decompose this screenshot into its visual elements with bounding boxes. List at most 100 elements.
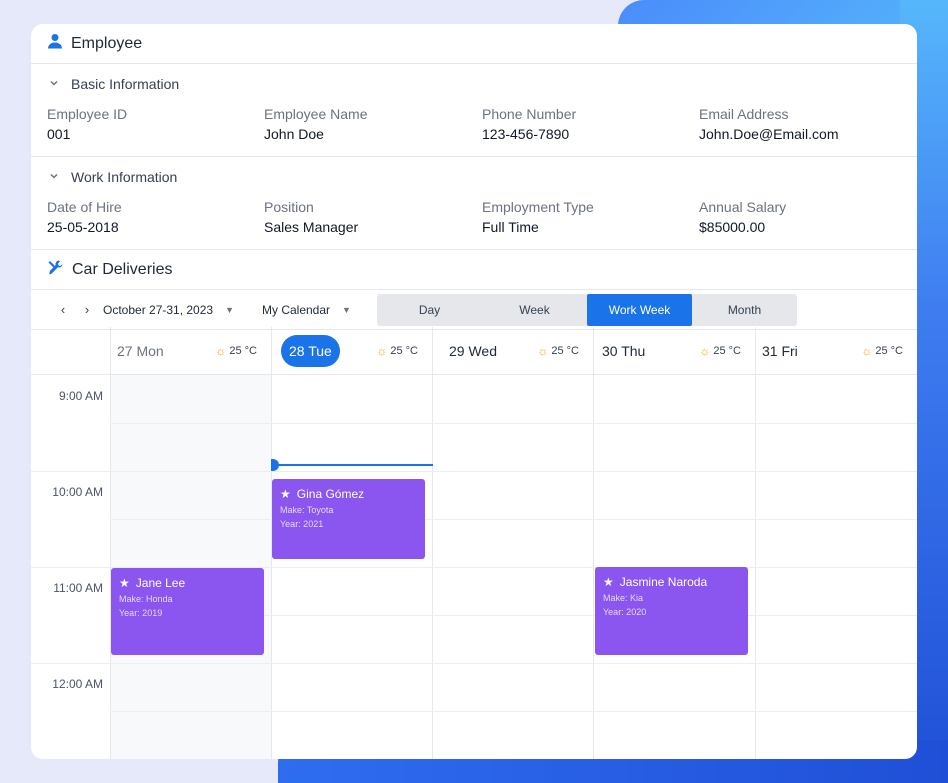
field-value: 25-05-2018 — [47, 219, 119, 235]
calendar-select-label: My Calendar — [262, 302, 331, 317]
event-make: Make: Toyota — [280, 505, 334, 515]
employee-name-field: Employee Name John Doe — [264, 104, 482, 156]
grid-line — [110, 711, 917, 712]
current-time-line — [272, 464, 433, 466]
time-label: 10:00 AM — [52, 485, 103, 499]
temp-value: 25 °C — [713, 345, 741, 357]
basic-information-section: Basic Information Employee ID 001 Employ… — [31, 64, 917, 157]
sun-icon: ☼ — [215, 344, 227, 358]
sun-icon: ☼ — [861, 344, 873, 358]
field-value: $85000.00 — [699, 219, 766, 235]
caret-down-icon: ▼ — [342, 304, 351, 315]
position-field: Position Sales Manager — [264, 197, 482, 249]
sun-icon: ☼ — [376, 344, 388, 358]
work-information-toggle[interactable]: Work Information — [31, 157, 917, 197]
day-header-wed[interactable]: 29 Wed ☼ 25 °C — [432, 327, 593, 375]
weather-temp: ☼ 25 °C — [699, 344, 741, 358]
view-switcher: Day Week Work Week Month — [377, 294, 797, 326]
weather-temp: ☼ 25 °C — [537, 344, 579, 358]
temp-value: 25 °C — [551, 345, 579, 357]
day-header-fri[interactable]: 31 Fri ☼ 25 °C — [755, 327, 917, 375]
event-title: Gina Gómez — [296, 487, 365, 501]
event-make: Make: Honda — [119, 594, 173, 604]
work-information-section: Work Information Date of Hire 25-05-2018… — [31, 157, 917, 250]
time-label: 11:00 AM — [53, 581, 103, 595]
annual-salary-field: Annual Salary $85000.00 — [699, 197, 917, 249]
event-year: Year: 2021 — [280, 519, 324, 529]
basic-information-fields: Employee ID 001 Employee Name John Doe P… — [31, 104, 917, 156]
grid-line — [110, 663, 917, 664]
star-icon: ★ — [603, 575, 614, 589]
day-label: 27 Mon — [117, 343, 164, 359]
grid-line — [31, 663, 110, 664]
day-label: 30 Thu — [602, 343, 646, 359]
grid-line — [110, 423, 917, 424]
weather-temp: ☼ 25 °C — [215, 344, 257, 358]
field-label: Annual Salary — [699, 199, 787, 215]
time-label: 12:00 AM — [52, 677, 103, 691]
field-value: 123-456-7890 — [482, 126, 570, 142]
date-range-label: October 27-31, 2023 — [103, 302, 214, 317]
grid-line — [110, 519, 917, 520]
event-title: Jane Lee — [135, 576, 186, 590]
car-deliveries-title: Car Deliveries — [72, 260, 173, 278]
caret-down-icon: ▼ — [225, 304, 234, 315]
email-address-field: Email Address John.Doe@Email.com — [699, 104, 917, 156]
day-label-today: 28 Tue — [281, 335, 340, 367]
field-label: Employee ID — [47, 106, 128, 122]
calendar-select-dropdown[interactable]: My Calendar ▼ — [262, 303, 351, 317]
weather-temp: ☼ 25 °C — [376, 344, 418, 358]
user-icon — [47, 33, 63, 54]
temp-value: 25 °C — [229, 345, 257, 357]
field-label: Phone Number — [482, 106, 577, 122]
grid-line — [110, 471, 917, 472]
view-week-button[interactable]: Week — [482, 294, 587, 326]
field-label: Position — [264, 199, 314, 215]
event-year: Year: 2020 — [603, 607, 647, 617]
event-year: Year: 2019 — [119, 608, 163, 618]
tools-icon — [47, 259, 64, 281]
sun-icon: ☼ — [537, 344, 549, 358]
employee-title: Employee — [71, 34, 143, 52]
next-arrow-icon[interactable]: › — [75, 302, 99, 317]
grid-line — [31, 567, 110, 568]
day-header-mon[interactable]: 27 Mon ☼ 25 °C — [110, 327, 271, 375]
basic-information-toggle[interactable]: Basic Information — [31, 64, 917, 104]
temp-value: 25 °C — [390, 345, 418, 357]
view-work-week-button[interactable]: Work Week — [587, 294, 692, 326]
employment-type-field: Employment Type Full Time — [482, 197, 699, 249]
event-jasmine-naroda[interactable]: ★ Jasmine Naroda Make: Kia Year: 2020 — [595, 567, 748, 655]
field-value: Sales Manager — [264, 219, 359, 235]
day-header-tue[interactable]: 28 Tue ☼ 25 °C — [271, 327, 432, 375]
field-label: Date of Hire — [47, 199, 122, 215]
chevron-down-icon — [49, 78, 71, 91]
field-value: John Doe — [264, 126, 324, 142]
field-label: Employment Type — [482, 199, 594, 215]
event-title: Jasmine Naroda — [619, 575, 708, 589]
work-information-fields: Date of Hire 25-05-2018 Position Sales M… — [31, 197, 917, 249]
field-value: John.Doe@Email.com — [699, 126, 839, 142]
employee-id-field: Employee ID 001 — [47, 104, 264, 156]
temp-value: 25 °C — [875, 345, 903, 357]
day-label: 31 Fri — [762, 343, 798, 359]
calendar-grid: 9:00 AM 10:00 AM 11:00 AM 12:00 AM — [31, 375, 917, 759]
employee-card: Employee Basic Information Employee ID 0… — [31, 24, 917, 759]
event-jane-lee[interactable]: ★ Jane Lee Make: Honda Year: 2019 — [111, 568, 264, 655]
day-label: 29 Wed — [449, 343, 497, 359]
date-range-dropdown[interactable]: October 27-31, 2023 ▼ — [103, 303, 234, 317]
field-value: Full Time — [482, 219, 539, 235]
day-header-thu[interactable]: 30 Thu ☼ 25 °C — [593, 327, 755, 375]
view-day-button[interactable]: Day — [377, 294, 482, 326]
grid-line — [31, 471, 110, 472]
weather-temp: ☼ 25 °C — [861, 344, 903, 358]
event-gina-gomez[interactable]: ★ Gina Gómez Make: Toyota Year: 2021 — [272, 479, 425, 559]
chevron-down-icon — [49, 171, 71, 184]
previous-arrow-icon[interactable]: ‹ — [51, 302, 75, 317]
employee-header: Employee — [31, 24, 917, 64]
phone-number-field: Phone Number 123-456-7890 — [482, 104, 699, 156]
star-icon: ★ — [119, 576, 130, 590]
view-month-button[interactable]: Month — [692, 294, 797, 326]
star-icon: ★ — [280, 487, 291, 501]
date-of-hire-field: Date of Hire 25-05-2018 — [47, 197, 264, 249]
calendar-day-header: 27 Mon ☼ 25 °C 28 Tue ☼ 25 °C 29 Wed ☼ 25 °… — [31, 327, 917, 375]
